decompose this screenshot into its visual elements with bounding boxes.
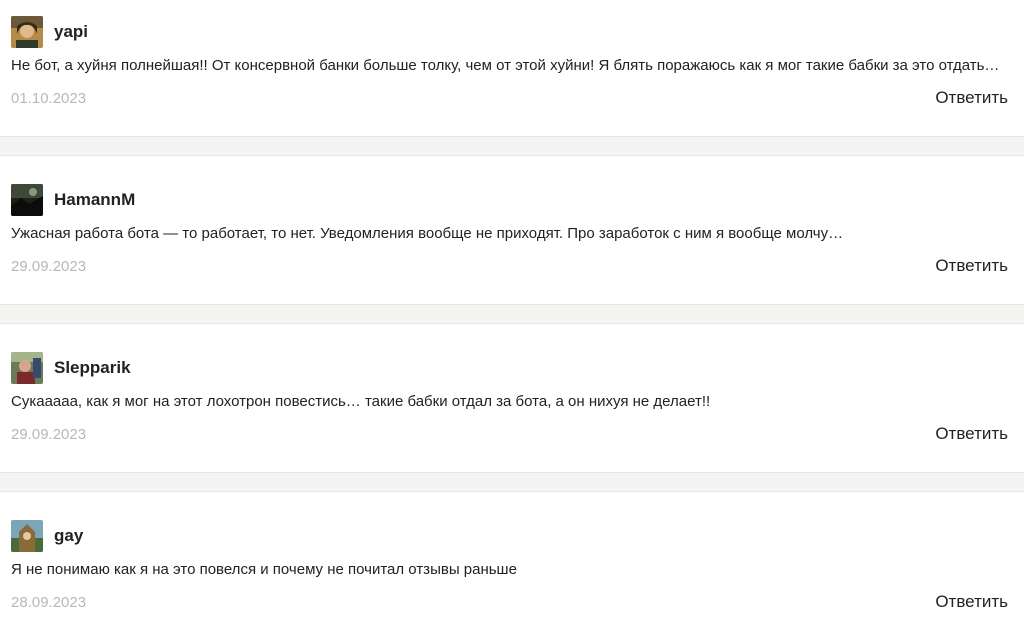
reply-button[interactable]: Ответить <box>935 591 1008 613</box>
comment-divider <box>0 304 1024 324</box>
comment-date: 28.09.2023 <box>11 594 87 611</box>
comment-date: 01.10.2023 <box>11 90 87 107</box>
reply-button[interactable]: Ответить <box>935 255 1008 277</box>
comment-divider <box>0 136 1024 156</box>
reply-button[interactable]: Ответить <box>935 423 1008 445</box>
comment-author[interactable]: HamannM <box>54 189 135 211</box>
comment-text: Не бот, а хуйня полнейшая!! От консервно… <box>11 57 1000 74</box>
avatar[interactable] <box>11 520 43 552</box>
avatar[interactable] <box>11 352 43 384</box>
comment-author[interactable]: gay <box>54 525 83 547</box>
comment-text: Я не понимаю как я на это повелся и поче… <box>11 561 517 578</box>
comment-author[interactable]: Slepparik <box>54 357 131 379</box>
reply-button[interactable]: Ответить <box>935 87 1008 109</box>
comment-item: yapi Не бот, а хуйня полнейшая!! От конс… <box>0 0 1024 136</box>
comment-date: 29.09.2023 <box>11 258 87 275</box>
comment-date: 29.09.2023 <box>11 426 87 443</box>
avatar[interactable] <box>11 184 43 216</box>
comments-feed: yapi Не бот, а хуйня полнейшая!! От конс… <box>0 0 1024 633</box>
comment-text: Сукааааа, как я мог на этот лохотрон пов… <box>11 393 711 410</box>
avatar[interactable] <box>11 16 43 48</box>
comment-item: gay Я не понимаю как я на это повелся и … <box>0 492 1024 632</box>
comment-text: Ужасная работа бота — то работает, то не… <box>11 225 844 242</box>
comment-item: Slepparik Сукааааа, как я мог на этот ло… <box>0 324 1024 472</box>
comment-item: HamannM Ужасная работа бота — то работае… <box>0 156 1024 304</box>
comment-author[interactable]: yapi <box>54 21 88 43</box>
comment-divider <box>0 472 1024 492</box>
